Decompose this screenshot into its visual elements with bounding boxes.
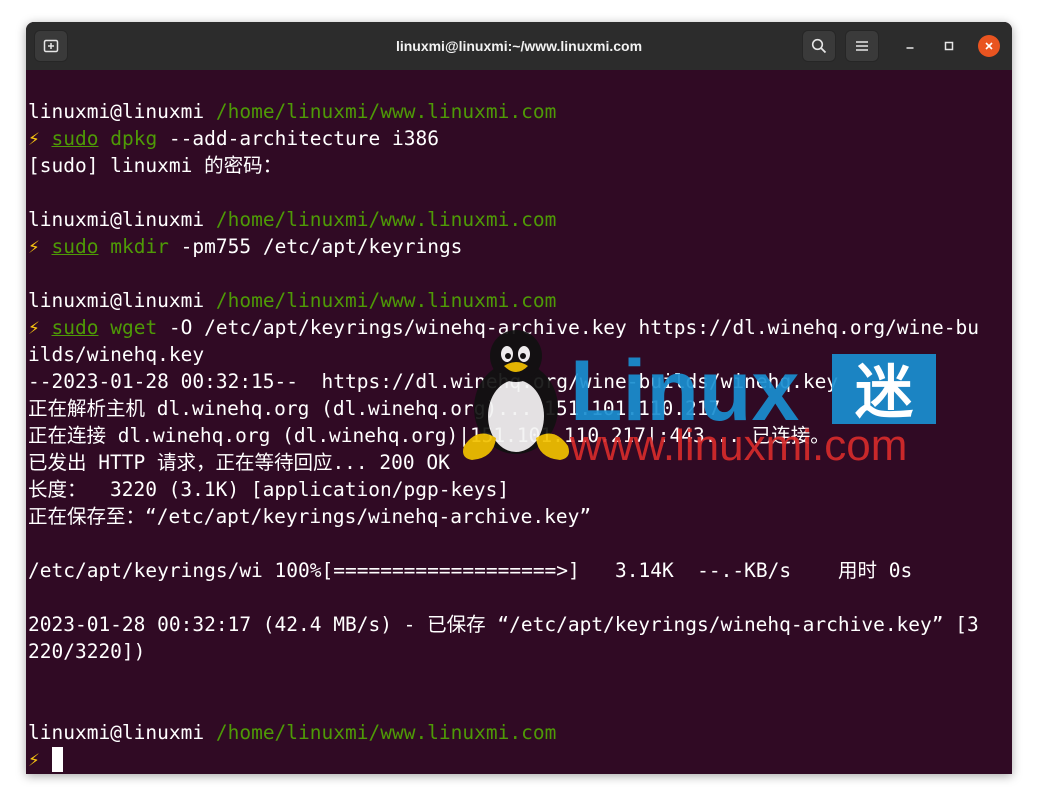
command-line: ⚡ — [28, 746, 1012, 773]
new-tab-button[interactable] — [34, 30, 68, 62]
terminal-output[interactable]: linuxmi@linuxmi /home/linuxmi/www.linuxm… — [26, 70, 1012, 774]
command-wrap-line: ilds/winehq.key — [28, 343, 205, 366]
output-line: 正在解析主机 dl.winehq.org (dl.winehq.org)... … — [28, 397, 721, 420]
hamburger-menu-icon — [856, 41, 868, 51]
command-line: ⚡ sudo mkdir -pm755 /etc/apt/keyrings — [28, 233, 1012, 260]
prompt-path: /home/linuxmi/www.linuxmi.com — [215, 100, 557, 123]
sudo-password-prompt: [sudo] linuxmi 的密码： — [28, 154, 283, 177]
close-button[interactable] — [978, 35, 1000, 57]
minimize-button[interactable] — [899, 35, 921, 57]
output-line: 已发出 HTTP 请求，正在等待回应... 200 OK — [28, 451, 450, 474]
output-line: 正在保存至：“/etc/apt/keyrings/winehq-archive.… — [28, 505, 592, 528]
prompt-user: linuxmi@linuxmi — [28, 208, 205, 231]
bolt-icon: ⚡ — [28, 235, 40, 258]
command-args: --add-architecture i386 — [157, 127, 439, 150]
search-icon — [811, 38, 827, 54]
output-line: 正在连接 dl.winehq.org (dl.winehq.org)|151.1… — [28, 424, 830, 447]
text-cursor — [51, 747, 63, 772]
search-button[interactable] — [802, 30, 836, 62]
bolt-icon: ⚡ — [28, 748, 40, 771]
command-args: -pm755 /etc/apt/keyrings — [168, 235, 463, 258]
command-line: ⚡ sudo wget -O /etc/apt/keyrings/winehq-… — [28, 314, 1012, 341]
menu-button[interactable] — [845, 30, 879, 62]
sudo-command: sudo — [51, 316, 99, 339]
maximize-button[interactable] — [938, 35, 960, 57]
prompt-line: linuxmi@linuxmi /home/linuxmi/www.linuxm… — [28, 206, 1012, 233]
sudo-command: sudo — [51, 235, 99, 258]
command-name: dpkg — [110, 127, 158, 150]
prompt-user: linuxmi@linuxmi — [28, 289, 205, 312]
output-line: 220/3220]) — [28, 640, 146, 663]
output-line: 长度： 3220 (3.1K) [application/pgp-keys] — [28, 478, 510, 501]
output-line: --2023-01-28 00:32:15-- https://dl.wineh… — [28, 370, 839, 393]
prompt-line: linuxmi@linuxmi /home/linuxmi/www.linuxm… — [28, 719, 1012, 746]
titlebar: linuxmi@linuxmi:~/www.linuxmi.com — [26, 22, 1012, 71]
command-name: mkdir — [110, 235, 169, 258]
bolt-icon: ⚡ — [28, 316, 40, 339]
command-name: wget — [110, 316, 158, 339]
command-args: -O /etc/apt/keyrings/winehq-archive.key … — [157, 316, 979, 339]
command-line: ⚡ sudo dpkg --add-architecture i386 — [28, 125, 1012, 152]
new-tab-icon — [43, 39, 59, 53]
prompt-line: linuxmi@linuxmi /home/linuxmi/www.linuxm… — [28, 98, 1012, 125]
close-icon — [985, 42, 993, 50]
prompt-path: /home/linuxmi/www.linuxmi.com — [215, 721, 557, 744]
prompt-user: linuxmi@linuxmi — [28, 100, 205, 123]
progress-line: /etc/apt/keyrings/wi 100%[==============… — [28, 559, 913, 582]
prompt-path: /home/linuxmi/www.linuxmi.com — [215, 208, 557, 231]
bolt-icon: ⚡ — [28, 127, 40, 150]
sudo-command: sudo — [51, 127, 99, 150]
prompt-path: /home/linuxmi/www.linuxmi.com — [215, 289, 557, 312]
terminal-window: linuxmi@linuxmi:~/www.linuxmi.com linuxm… — [26, 22, 1012, 774]
prompt-line: linuxmi@linuxmi /home/linuxmi/www.linuxm… — [28, 287, 1012, 314]
minimize-icon — [906, 47, 914, 49]
output-line: 2023-01-28 00:32:17 (42.4 MB/s) - 已保存 “/… — [28, 613, 979, 636]
maximize-icon — [944, 41, 954, 51]
prompt-user: linuxmi@linuxmi — [28, 721, 205, 744]
